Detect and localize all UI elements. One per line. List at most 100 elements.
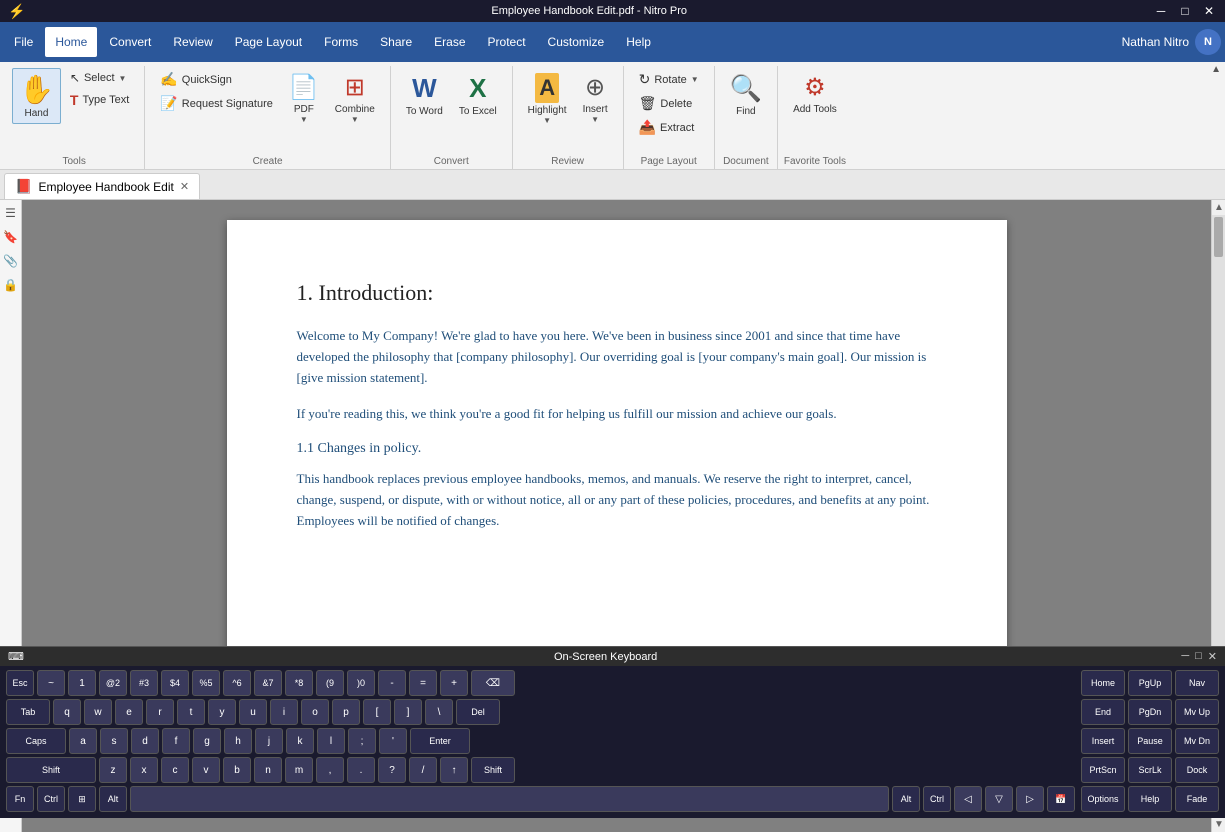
menu-review[interactable]: Review bbox=[163, 27, 222, 57]
key-help[interactable]: Help bbox=[1128, 786, 1172, 812]
key-9[interactable]: (9 bbox=[316, 670, 344, 696]
key-insert[interactable]: Insert bbox=[1081, 728, 1125, 754]
key-p[interactable]: p bbox=[332, 699, 360, 725]
type-text-button[interactable]: T Type Text bbox=[63, 89, 136, 111]
tab-close-button[interactable]: ✕ bbox=[180, 180, 189, 193]
key-x[interactable]: x bbox=[130, 757, 158, 783]
menu-convert[interactable]: Convert bbox=[99, 27, 161, 57]
pdf-button[interactable]: 📄 PDF ▼ bbox=[282, 68, 326, 129]
menu-customize[interactable]: Customize bbox=[538, 27, 615, 57]
key-c[interactable]: c bbox=[161, 757, 189, 783]
tab-employee-handbook[interactable]: 📕 Employee Handbook Edit ✕ bbox=[4, 173, 200, 199]
key-shift-right[interactable]: Shift bbox=[471, 757, 515, 783]
key-pgup[interactable]: PgUp bbox=[1128, 670, 1172, 696]
key-q[interactable]: q bbox=[53, 699, 81, 725]
key-tab[interactable]: Tab bbox=[6, 699, 50, 725]
key-0[interactable]: )0 bbox=[347, 670, 375, 696]
highlight-button[interactable]: A Highlight ▼ bbox=[521, 68, 574, 130]
key-pgdn[interactable]: PgDn bbox=[1128, 699, 1172, 725]
key-2[interactable]: @2 bbox=[99, 670, 127, 696]
key-alt-right[interactable]: Alt bbox=[892, 786, 920, 812]
menu-erase[interactable]: Erase bbox=[424, 27, 475, 57]
scroll-thumb[interactable] bbox=[1214, 217, 1223, 257]
key-del[interactable]: Del bbox=[456, 699, 500, 725]
key-quote[interactable]: ' bbox=[379, 728, 407, 754]
extract-button[interactable]: 📤 Extract bbox=[632, 116, 706, 139]
key-enter[interactable]: Enter bbox=[410, 728, 470, 754]
key-3[interactable]: #3 bbox=[130, 670, 158, 696]
menu-help[interactable]: Help bbox=[616, 27, 661, 57]
delete-button[interactable]: 🗑 Delete bbox=[632, 92, 706, 115]
key-6[interactable]: ^6 bbox=[223, 670, 251, 696]
key-win[interactable]: ⊞ bbox=[68, 786, 96, 812]
osk-close-button[interactable]: ✕ bbox=[1208, 650, 1217, 663]
key-z[interactable]: z bbox=[99, 757, 127, 783]
key-scrlk[interactable]: ScrLk bbox=[1128, 757, 1172, 783]
menu-share[interactable]: Share bbox=[370, 27, 422, 57]
key-t[interactable]: t bbox=[177, 699, 205, 725]
key-up-arrow[interactable]: ↑ bbox=[440, 757, 468, 783]
sidebar-icon-menu[interactable]: ☰ bbox=[2, 204, 20, 222]
key-caps[interactable]: Caps bbox=[6, 728, 66, 754]
to-excel-button[interactable]: X To Excel bbox=[452, 68, 504, 122]
key-backslash[interactable]: \ bbox=[425, 699, 453, 725]
key-k[interactable]: k bbox=[286, 728, 314, 754]
sidebar-icon-attach[interactable]: 📎 bbox=[2, 252, 20, 270]
key-plus[interactable]: + bbox=[440, 670, 468, 696]
key-comma[interactable]: , bbox=[316, 757, 344, 783]
key-mv-dn[interactable]: Mv Dn bbox=[1175, 728, 1219, 754]
key-down-arrow[interactable]: ▽ bbox=[985, 786, 1013, 812]
key-e[interactable]: e bbox=[115, 699, 143, 725]
key-equal[interactable]: = bbox=[409, 670, 437, 696]
key-mv-up[interactable]: Mv Up bbox=[1175, 699, 1219, 725]
select-button[interactable]: ↖ Select ▼ bbox=[63, 68, 136, 88]
key-question[interactable]: ? bbox=[378, 757, 406, 783]
menu-home[interactable]: Home bbox=[45, 27, 97, 57]
key-1[interactable]: 1 bbox=[68, 670, 96, 696]
key-nav[interactable]: Nav bbox=[1175, 670, 1219, 696]
sidebar-icon-lock[interactable]: 🔒 bbox=[2, 276, 20, 294]
osk-minimize-button[interactable]: ─ bbox=[1181, 650, 1189, 663]
minimize-button[interactable]: ─ bbox=[1153, 4, 1169, 18]
menu-protect[interactable]: Protect bbox=[478, 27, 536, 57]
key-b[interactable]: b bbox=[223, 757, 251, 783]
key-period[interactable]: . bbox=[347, 757, 375, 783]
scroll-down-arrow[interactable]: ▼ bbox=[1212, 817, 1225, 832]
key-end[interactable]: End bbox=[1081, 699, 1125, 725]
key-home[interactable]: Home bbox=[1081, 670, 1125, 696]
key-m[interactable]: m bbox=[285, 757, 313, 783]
key-space[interactable] bbox=[130, 786, 889, 812]
key-l[interactable]: l bbox=[317, 728, 345, 754]
insert-button[interactable]: ⊕ Insert ▼ bbox=[576, 68, 615, 129]
menu-page-layout[interactable]: Page Layout bbox=[225, 27, 312, 57]
key-d[interactable]: d bbox=[131, 728, 159, 754]
key-calendar[interactable]: 📅 bbox=[1047, 786, 1075, 812]
key-n[interactable]: n bbox=[254, 757, 282, 783]
to-word-button[interactable]: W To Word bbox=[399, 68, 450, 122]
key-minus[interactable]: - bbox=[378, 670, 406, 696]
key-right-arrow[interactable]: ▷ bbox=[1016, 786, 1044, 812]
find-button[interactable]: 🔍 Find bbox=[723, 68, 769, 122]
key-left-arrow[interactable]: ◁ bbox=[954, 786, 982, 812]
key-lbracket[interactable]: [ bbox=[363, 699, 391, 725]
osk-restore-button[interactable]: □ bbox=[1195, 650, 1202, 663]
key-r[interactable]: r bbox=[146, 699, 174, 725]
key-v[interactable]: v bbox=[192, 757, 220, 783]
user-avatar[interactable]: N bbox=[1195, 29, 1221, 55]
key-a[interactable]: a bbox=[69, 728, 97, 754]
key-shift-left[interactable]: Shift bbox=[6, 757, 96, 783]
key-u[interactable]: u bbox=[239, 699, 267, 725]
key-fade[interactable]: Fade bbox=[1175, 786, 1219, 812]
key-w[interactable]: w bbox=[84, 699, 112, 725]
key-g[interactable]: g bbox=[193, 728, 221, 754]
key-tilde[interactable]: ~ bbox=[37, 670, 65, 696]
key-4[interactable]: $4 bbox=[161, 670, 189, 696]
menu-forms[interactable]: Forms bbox=[314, 27, 368, 57]
key-o[interactable]: o bbox=[301, 699, 329, 725]
key-prtscn[interactable]: PrtScn bbox=[1081, 757, 1125, 783]
restore-button[interactable]: □ bbox=[1177, 4, 1193, 18]
sidebar-icon-bookmark[interactable]: 🔖 bbox=[2, 228, 20, 246]
key-ctrl-right[interactable]: Ctrl bbox=[923, 786, 951, 812]
key-5[interactable]: %5 bbox=[192, 670, 220, 696]
key-semicolon[interactable]: ; bbox=[348, 728, 376, 754]
